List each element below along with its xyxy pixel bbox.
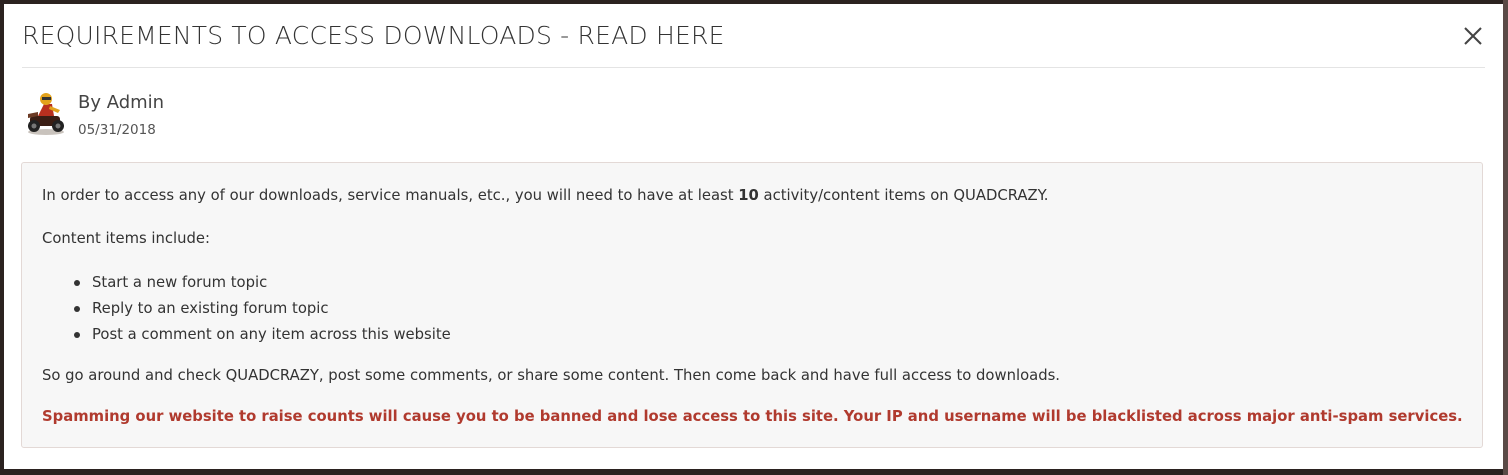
modal-title: REQUIREMENTS TO ACCESS DOWNLOADS - READ … — [22, 21, 725, 50]
bullet-icon — [74, 332, 80, 338]
scrollbar-edge — [1503, 0, 1508, 475]
intro-text-start: In order to access any of our downloads,… — [42, 187, 739, 204]
author-name[interactable]: By Admin — [78, 92, 164, 113]
modal-header: REQUIREMENTS TO ACCESS DOWNLOADS - READ … — [22, 4, 1485, 68]
items-heading: Content items include: — [42, 230, 210, 247]
closing-paragraph: So go around and check QUADCRAZY, post s… — [42, 367, 1060, 384]
intro-text-end: activity/content items on QUADCRAZY. — [758, 187, 1049, 204]
avatar[interactable] — [24, 88, 68, 136]
post-date: 05/31/2018 — [78, 122, 156, 138]
list-item-label: Post a comment on any item across this w… — [92, 326, 451, 343]
list-item-label: Start a new forum topic — [92, 274, 268, 291]
atv-rider-avatar — [28, 93, 64, 135]
intro-count: 10 — [738, 187, 759, 204]
list-item: Post a comment on any item across this w… — [74, 322, 451, 348]
bullet-icon — [74, 306, 80, 312]
close-icon — [1464, 27, 1482, 45]
content-items-list: Start a new forum topic Reply to an exis… — [74, 270, 451, 348]
bullet-icon — [74, 280, 80, 286]
list-item: Reply to an existing forum topic — [74, 296, 451, 322]
list-item-label: Reply to an existing forum topic — [92, 300, 329, 317]
close-button[interactable] — [1461, 24, 1485, 48]
spam-warning: Spamming our website to raise counts wil… — [42, 408, 1463, 425]
intro-paragraph: In order to access any of our downloads,… — [42, 187, 1048, 204]
list-item: Start a new forum topic — [74, 270, 451, 296]
announcement-content: In order to access any of our downloads,… — [21, 162, 1483, 448]
announcement-modal: REQUIREMENTS TO ACCESS DOWNLOADS - READ … — [4, 4, 1503, 469]
